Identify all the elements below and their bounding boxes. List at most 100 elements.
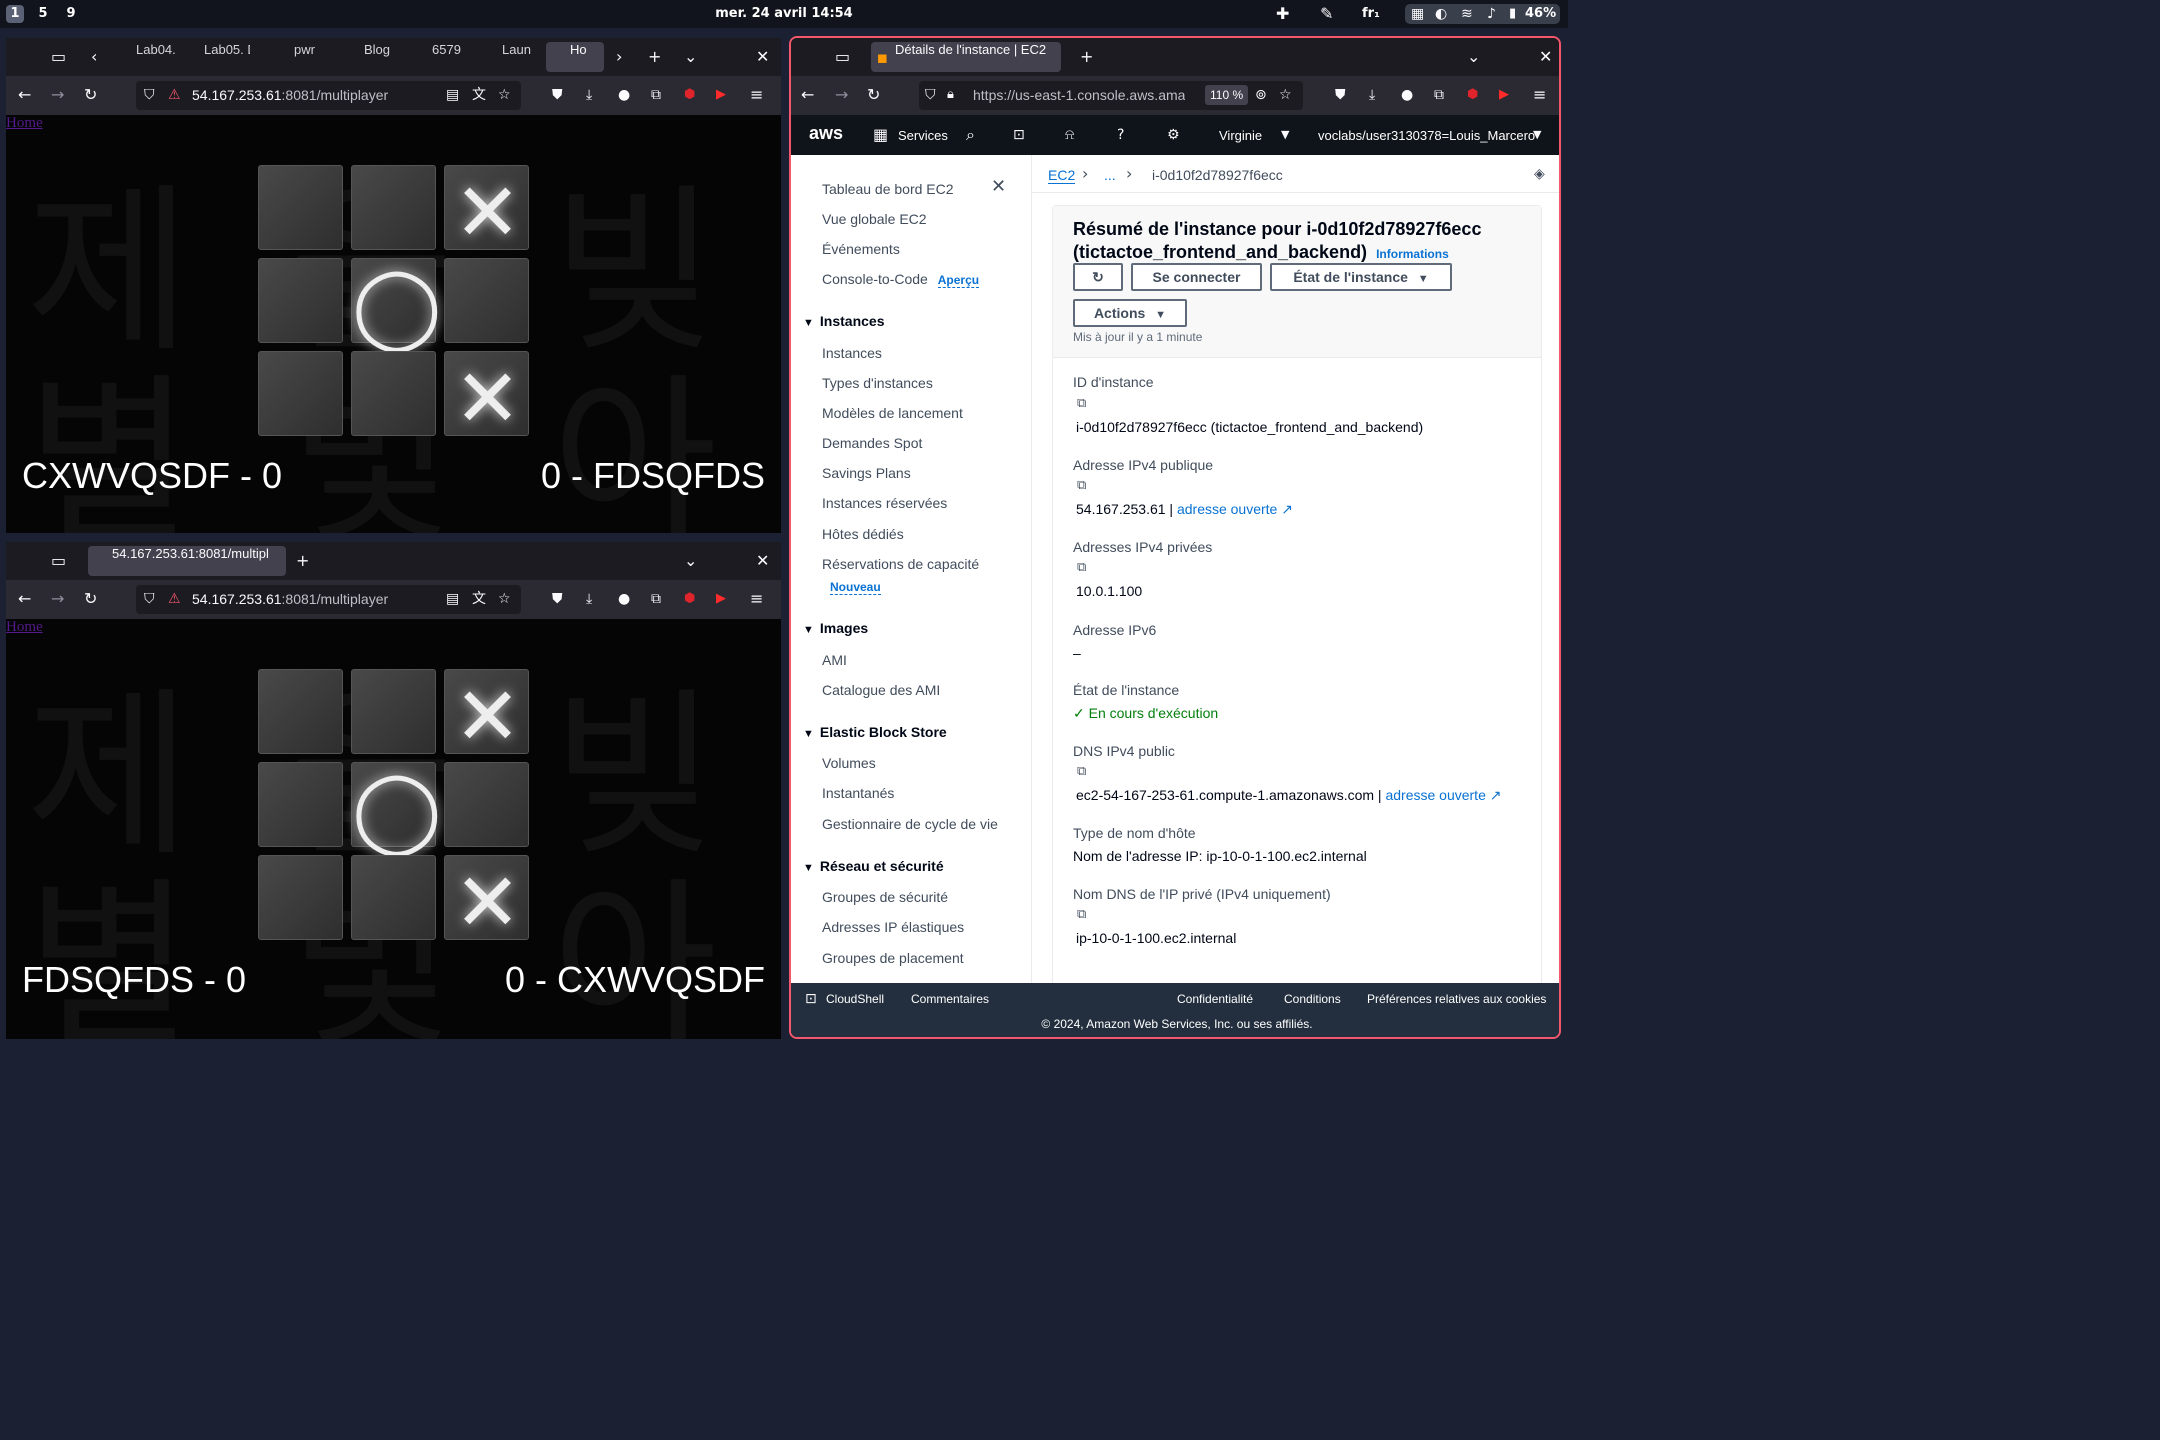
copy-icon[interactable]: ⧉	[1077, 561, 1091, 575]
forward-icon[interactable]: →	[51, 589, 64, 609]
open-address-link[interactable]: adresse ouverte	[1177, 501, 1277, 517]
breadcrumb-ec2[interactable]: EC2	[1048, 167, 1076, 184]
sidebar-section-ebs[interactable]: ▼ Elastic Block Store	[803, 724, 947, 740]
services-menu[interactable]: Services	[898, 128, 948, 143]
cloudshell-icon[interactable]: ⊡	[805, 989, 817, 1009]
sidebar-item-dedicated-hosts[interactable]: Hôtes dédiés	[822, 526, 904, 542]
ublock-icon[interactable]: ⬢	[684, 85, 695, 105]
tab-list-icon[interactable]: ⌄	[684, 551, 697, 571]
bookmark-star-icon[interactable]: ☆	[1279, 85, 1292, 105]
terms-link[interactable]: Conditions	[1284, 992, 1341, 1006]
services-grid-icon[interactable]: ▦	[873, 125, 888, 145]
reload-icon[interactable]: ↻	[867, 85, 880, 105]
sidebar-item-instances[interactable]: Instances	[822, 345, 882, 361]
account-menu[interactable]: voclabs/user3130378=Louis_Marcero	[1318, 128, 1535, 143]
actions-button[interactable]: Actions ▼	[1073, 299, 1187, 327]
close-window-icon[interactable]: ✕	[756, 551, 769, 571]
keyboard-layout[interactable]: fr₁	[1362, 6, 1380, 21]
tab-scroll-right-icon[interactable]: ›	[616, 47, 622, 67]
tab-ec2-active[interactable]: Détails de l'instance | EC2	[871, 42, 1061, 72]
breadcrumb-ellipsis[interactable]: ...	[1104, 167, 1116, 183]
board-cell[interactable]	[444, 258, 529, 343]
youtube-ext-icon[interactable]: ▶	[716, 85, 726, 105]
account-icon[interactable]: ●	[1401, 85, 1413, 105]
tab-list-icon[interactable]: ⌄	[1467, 47, 1480, 67]
home-link[interactable]: Home	[6, 115, 43, 132]
tab-overview-icon[interactable]: ▭	[51, 47, 66, 67]
translate-icon[interactable]: 文	[472, 589, 486, 609]
sidebar-item-snapshots[interactable]: Instantanés	[822, 785, 894, 801]
pocket-icon[interactable]: ⛊	[552, 589, 563, 609]
board-cell[interactable]	[444, 762, 529, 847]
sidebar-item-lifecycle-manager[interactable]: Gestionnaire de cycle de vie	[822, 816, 998, 832]
downloads-icon[interactable]: ⤓	[1369, 85, 1375, 105]
sidebar-item-placement-groups[interactable]: Groupes de placement	[822, 950, 964, 966]
color-picker-icon[interactable]: ✎	[1320, 4, 1333, 24]
bookmark-star-icon[interactable]: ☆	[498, 85, 511, 105]
board-cell[interactable]: ◯	[351, 258, 442, 352]
board-cell[interactable]	[258, 351, 343, 436]
extensions-icon[interactable]: ⧉	[1434, 85, 1444, 105]
help-panel-icon[interactable]: ◈	[1534, 164, 1545, 184]
tab-lab05[interactable]: Lab05. D	[186, 42, 250, 72]
back-icon[interactable]: ←	[18, 85, 31, 105]
account-icon[interactable]: ●	[618, 85, 630, 105]
tab-scroll-left-icon[interactable]: ‹	[91, 47, 97, 67]
close-window-icon[interactable]: ✕	[1539, 47, 1552, 67]
board-cell[interactable]	[351, 855, 436, 940]
tab-github[interactable]: pwr	[268, 42, 330, 72]
copy-icon[interactable]: ⧉	[1077, 479, 1091, 493]
new-tab-icon[interactable]: +	[1080, 47, 1093, 67]
sidebar-item-instance-types[interactable]: Types d'instances	[822, 375, 933, 391]
back-icon[interactable]: ←	[18, 589, 31, 609]
open-address-link[interactable]: adresse ouverte	[1385, 787, 1485, 803]
instance-state-button[interactable]: État de l'instance ▼	[1270, 263, 1452, 291]
board-cell[interactable]	[351, 165, 436, 250]
tab-blog[interactable]: Blog	[340, 42, 402, 72]
copy-icon[interactable]: ⧉	[1077, 908, 1091, 922]
connect-button[interactable]: Se connecter	[1131, 263, 1262, 291]
aws-logo[interactable]: aws	[809, 123, 843, 144]
board-cell[interactable]: ✕	[444, 669, 529, 763]
sidebar-section-images[interactable]: ▼ Images	[803, 620, 868, 636]
close-sidebar-icon[interactable]: ✕	[991, 177, 1006, 197]
pocket-icon[interactable]: ⛊	[552, 85, 563, 105]
sidebar-item-console-to-code[interactable]: Console-to-Code Aperçu	[822, 271, 980, 288]
ublock-icon[interactable]: ⬢	[1467, 85, 1478, 105]
ublock-icon[interactable]: ⬢	[684, 589, 695, 609]
reload-icon[interactable]: ↻	[84, 85, 97, 105]
sidebar-item-reserved-instances[interactable]: Instances réservées	[822, 495, 947, 511]
privacy-link[interactable]: Confidentialité	[1177, 992, 1253, 1006]
notifications-bell-icon[interactable]: ⍾	[1065, 125, 1074, 145]
menu-icon[interactable]: ≡	[750, 589, 763, 609]
sidebar-item-security-groups[interactable]: Groupes de sécurité	[822, 889, 948, 905]
extensions-icon[interactable]: ⧉	[651, 589, 661, 609]
refresh-button[interactable]: ↻	[1073, 263, 1123, 291]
downloads-icon[interactable]: ⤓	[586, 589, 592, 609]
region-selector[interactable]: Virginie	[1219, 128, 1262, 143]
board-cell[interactable]	[351, 669, 436, 754]
url-bar[interactable]: ⛉ 🔒︎ https://us-east-1.console.aws.amazo…	[919, 81, 1303, 110]
cloudshell-icon[interactable]: ⊡	[1013, 125, 1025, 145]
board-cell[interactable]	[258, 669, 343, 754]
tab-lab04[interactable]: Lab04. F	[118, 42, 180, 72]
new-tab-icon[interactable]: +	[296, 551, 309, 571]
sidebar-item-elastic-ips[interactable]: Adresses IP élastiques	[822, 919, 964, 935]
board-cell[interactable]: ✕	[444, 855, 529, 949]
reader-view-icon[interactable]: ▤	[446, 589, 459, 609]
youtube-ext-icon[interactable]: ▶	[1499, 85, 1509, 105]
sidebar-section-instances[interactable]: ▼ Instances	[803, 313, 884, 329]
board-cell[interactable]	[258, 855, 343, 940]
youtube-ext-icon[interactable]: ▶	[716, 589, 726, 609]
tab-overview-icon[interactable]: ▭	[835, 47, 850, 67]
sidebar-item-ami-catalog[interactable]: Catalogue des AMI	[822, 682, 940, 698]
menu-icon[interactable]: ≡	[750, 85, 763, 105]
close-window-icon[interactable]: ✕	[756, 47, 769, 67]
back-icon[interactable]: ←	[801, 85, 814, 105]
board-cell[interactable]	[258, 762, 343, 847]
settings-gear-icon[interactable]: ⚙	[1167, 125, 1180, 145]
sidebar-item-events[interactable]: Événements	[822, 241, 900, 257]
board-cell[interactable]: ✕	[444, 165, 529, 259]
board-cell[interactable]	[258, 165, 343, 250]
account-icon[interactable]: ●	[618, 589, 630, 609]
